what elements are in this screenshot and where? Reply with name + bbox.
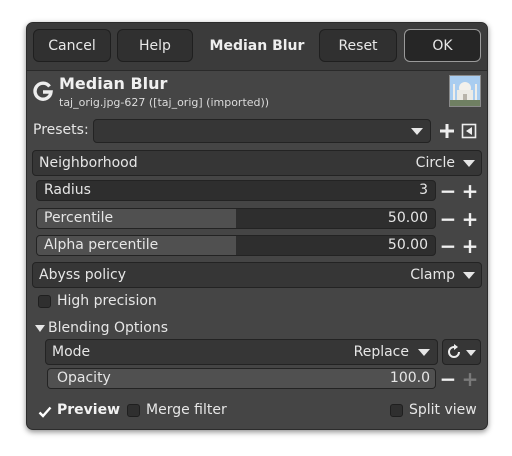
percentile-minus-button[interactable]: − bbox=[438, 209, 458, 229]
neighborhood-label: Neighborhood bbox=[39, 155, 138, 171]
blend-mode-label: Mode bbox=[52, 344, 91, 360]
cancel-button[interactable]: Cancel bbox=[33, 29, 111, 62]
radius-minus-button[interactable]: − bbox=[438, 181, 458, 201]
gimp-logo-icon bbox=[31, 77, 55, 105]
expander-arrow-icon[interactable] bbox=[35, 325, 45, 332]
chevron-down-icon bbox=[466, 350, 476, 356]
radius-value: 3 bbox=[419, 182, 428, 198]
opacity-plus-button: + bbox=[461, 367, 479, 391]
chevron-down-icon bbox=[463, 272, 475, 279]
neighborhood-combo[interactable]: Neighborhood Circle bbox=[32, 150, 482, 176]
dialog-header: Cancel Help Median Blur Reset OK bbox=[27, 23, 487, 71]
percentile-value: 50.00 bbox=[387, 210, 428, 226]
chevron-down-icon bbox=[418, 349, 430, 356]
abyss-policy-value: Clamp bbox=[410, 267, 455, 283]
split-view-label: Split view bbox=[409, 402, 477, 418]
preview-checkbox[interactable] bbox=[38, 404, 52, 418]
presets-label: Presets: bbox=[33, 122, 89, 138]
help-button[interactable]: Help bbox=[117, 29, 193, 62]
percentile-plus-button[interactable]: + bbox=[460, 209, 480, 229]
blending-options-expander[interactable]: Blending Options bbox=[48, 320, 168, 336]
radius-label: Radius bbox=[44, 182, 91, 198]
ok-button[interactable]: OK bbox=[404, 29, 481, 62]
percentile-label: Percentile bbox=[44, 210, 114, 226]
reset-button[interactable]: Reset bbox=[319, 29, 397, 62]
plus-icon[interactable] bbox=[438, 122, 456, 140]
dialog-title: Median Blur bbox=[209, 37, 305, 54]
composite-mode-button[interactable] bbox=[442, 339, 481, 365]
split-view-checkbox[interactable] bbox=[390, 404, 403, 417]
neighborhood-value: Circle bbox=[415, 155, 455, 171]
abyss-policy-combo[interactable]: Abyss policy Clamp bbox=[32, 262, 482, 288]
preview-label: Preview bbox=[57, 402, 121, 418]
percentile-slider[interactable]: Percentile 50.00 bbox=[36, 208, 436, 229]
high-precision-label: High precision bbox=[57, 293, 157, 309]
chevron-down-icon bbox=[463, 160, 475, 167]
presets-combo[interactable] bbox=[93, 119, 431, 143]
abyss-policy-label: Abyss policy bbox=[39, 267, 127, 283]
median-blur-dialog: Cancel Help Median Blur Reset OK Median … bbox=[26, 22, 488, 430]
blend-mode-combo[interactable]: Mode Replace bbox=[45, 339, 438, 365]
merge-filter-checkbox[interactable] bbox=[127, 404, 140, 417]
opacity-value: 100.0 bbox=[389, 370, 430, 386]
alpha-percentile-value: 50.00 bbox=[387, 237, 428, 253]
filter-subtitle: taj_orig.jpg-627 ([taj_orig] (imported)) bbox=[59, 96, 270, 109]
opacity-slider[interactable]: Opacity 100.0 bbox=[47, 368, 436, 389]
chevron-down-icon bbox=[411, 128, 423, 135]
filter-title: Median Blur bbox=[59, 74, 168, 93]
alpha-percentile-label: Alpha percentile bbox=[44, 237, 159, 253]
image-thumbnail bbox=[449, 75, 481, 107]
merge-filter-label: Merge filter bbox=[146, 402, 227, 418]
preset-menu-icon[interactable] bbox=[461, 123, 477, 139]
composite-mode-icon bbox=[448, 344, 460, 358]
alpha-percentile-minus-button[interactable]: − bbox=[438, 236, 458, 256]
alpha-percentile-slider[interactable]: Alpha percentile 50.00 bbox=[36, 235, 436, 256]
checkmark-icon bbox=[38, 406, 52, 418]
alpha-percentile-plus-button[interactable]: + bbox=[460, 236, 480, 256]
high-precision-checkbox[interactable] bbox=[38, 295, 51, 308]
opacity-minus-button[interactable]: − bbox=[438, 369, 458, 389]
radius-slider[interactable]: Radius 3 bbox=[36, 180, 436, 201]
blend-mode-value: Replace bbox=[353, 344, 409, 360]
radius-plus-button[interactable]: + bbox=[460, 181, 480, 201]
opacity-label: Opacity bbox=[57, 370, 111, 386]
